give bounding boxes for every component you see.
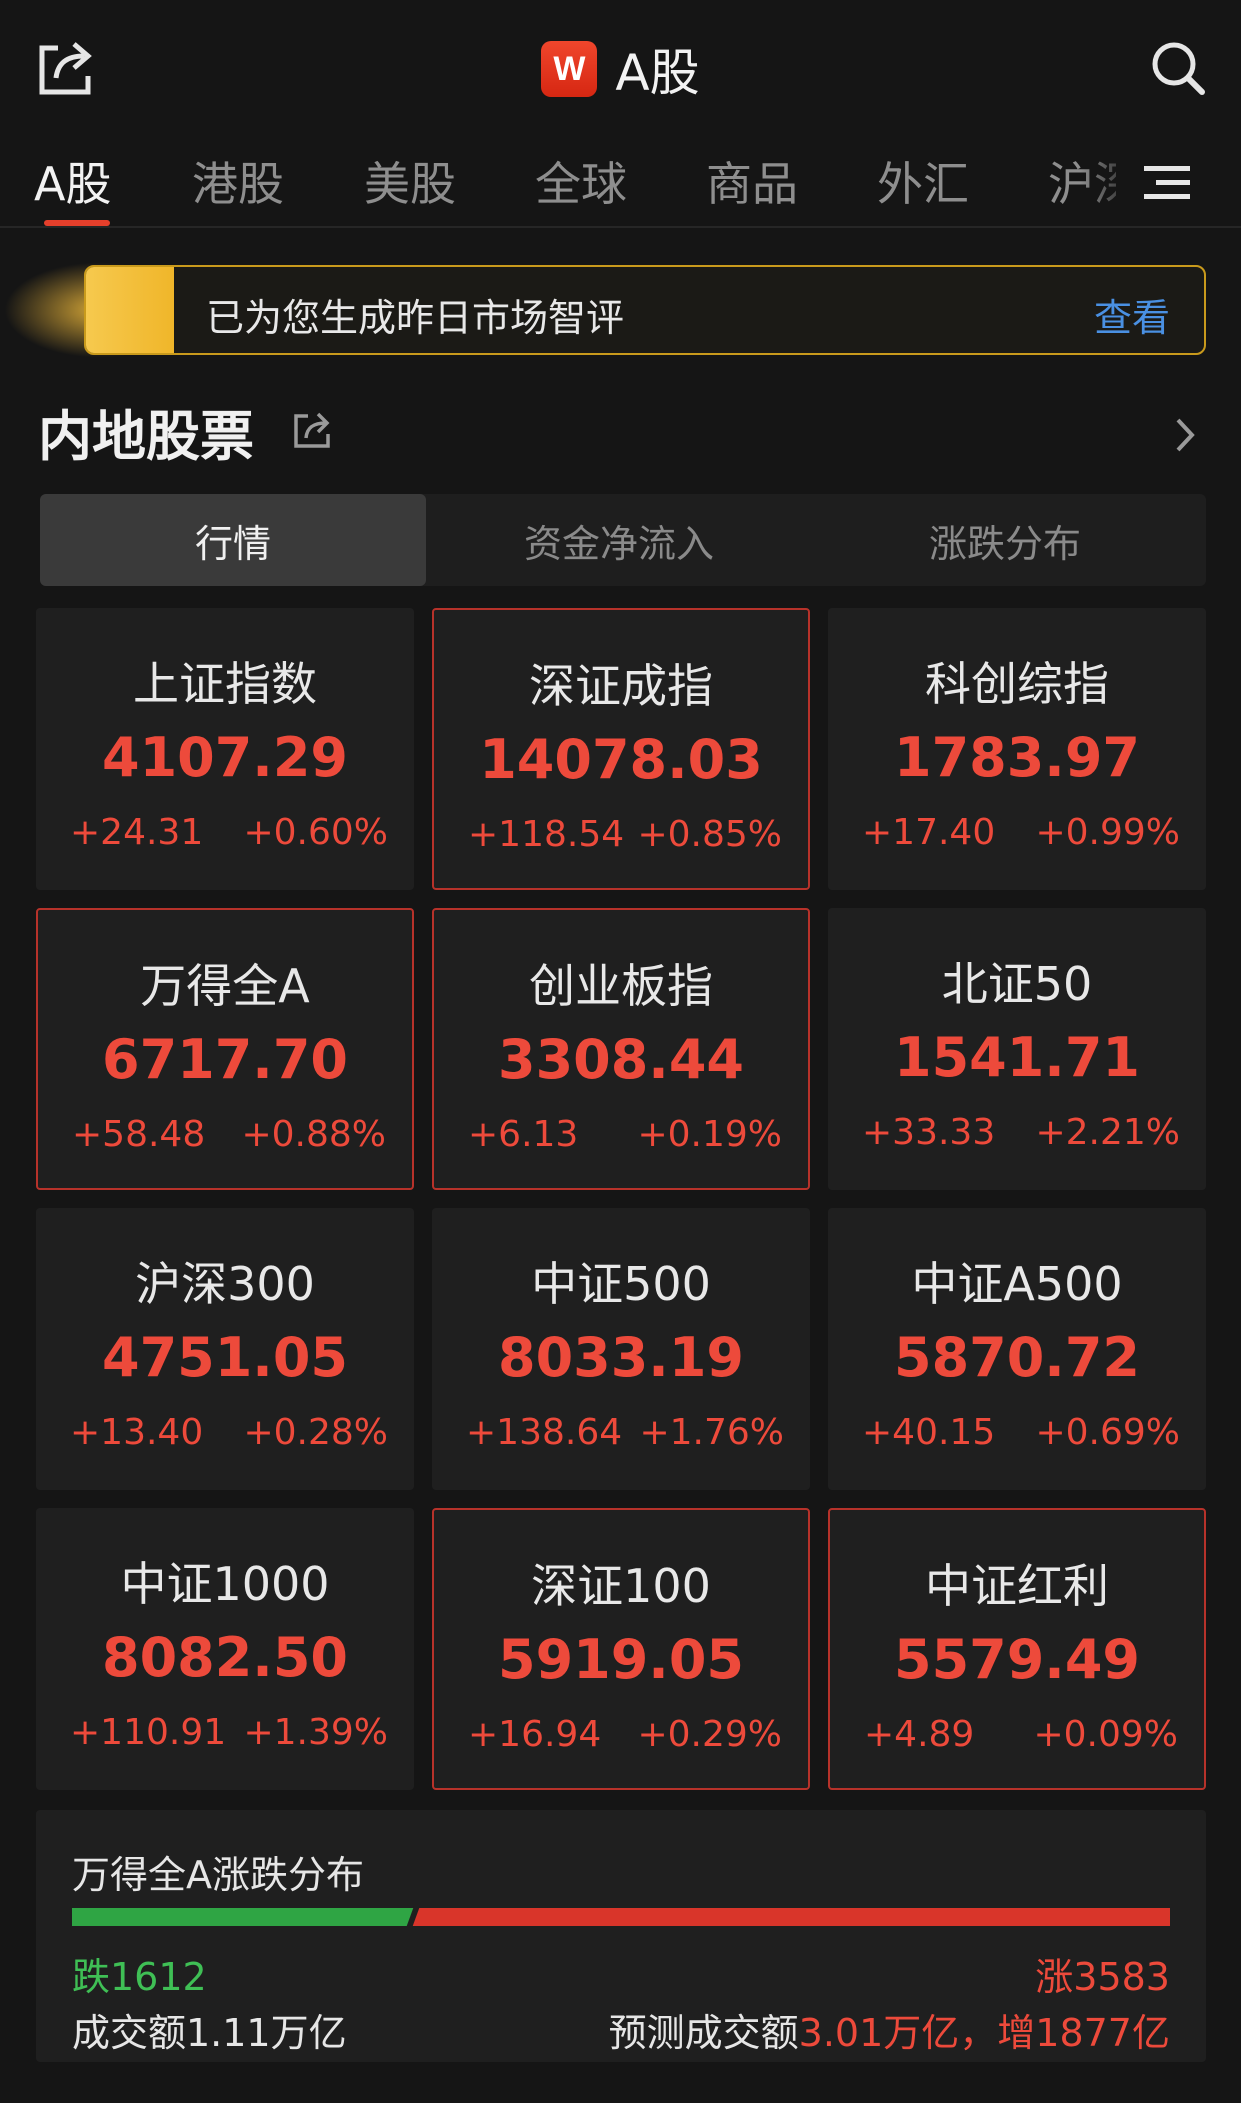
index-name: 中证500 [531,1257,711,1311]
index-card[interactable]: 万得全A 6717.70 +58.48 +0.88% [36,908,414,1190]
index-change-pct: +0.99% [1035,812,1180,853]
turnover: 成交额1.11万亿 [72,2011,347,2055]
index-value: 5870.72 [894,1326,1140,1389]
advance-decline-bar [72,1906,1170,1928]
index-value: 5579.49 [894,1628,1140,1691]
page-title: A股 [615,44,700,102]
index-card[interactable]: 创业板指 3308.44 +6.13 +0.19% [432,908,810,1190]
decline-bar-segment [72,1908,413,1926]
index-value: 3308.44 [498,1028,744,1091]
distribution-title: 万得全A涨跌分布 [72,1853,364,1897]
chevron-right-icon[interactable] [1170,412,1200,458]
index-name: 万得全A [140,959,310,1013]
index-value: 4751.05 [102,1326,348,1389]
subtab-distribution[interactable]: 涨跌分布 [812,494,1198,586]
sub-tabs: 行情 资金净流入 涨跌分布 [40,494,1206,586]
index-change: +58.48 [72,1114,206,1155]
index-card[interactable]: 北证50 1541.71 +33.33 +2.21% [828,908,1206,1190]
index-card[interactable]: 中证红利 5579.49 +4.89 +0.09% [828,1508,1206,1790]
index-card[interactable]: 科创综指 1783.97 +17.40 +0.99% [828,608,1206,890]
index-name: 沪深300 [135,1257,315,1311]
advance-decline-panel[interactable]: 万得全A涨跌分布 跌1612 涨3583 成交额1.11万亿 预测成交额3.01… [36,1810,1206,2062]
index-change-pct: +0.09% [1033,1714,1178,1755]
index-change-pct: +1.39% [243,1712,388,1753]
top-header: W A股 [0,0,1241,135]
index-value: 4107.29 [102,726,348,789]
app-title-group: W A股 [0,36,1241,102]
menu-icon[interactable] [1142,160,1192,204]
forecast-turnover: 预测成交额3.01万亿，增1877亿 [609,2002,1170,2057]
subtab-quotes[interactable]: 行情 [40,494,426,586]
index-card[interactable]: 中证500 8033.19 +138.64 +1.76% [432,1208,810,1490]
subtab-net-inflow[interactable]: 资金净流入 [426,494,812,586]
index-name: 北证50 [941,957,1093,1011]
index-card[interactable]: 深证成指 14078.03 +118.54 +0.85% [432,608,810,890]
index-value: 1541.71 [894,1026,1140,1089]
index-name: 上证指数 [133,657,317,711]
index-name: 深证100 [531,1559,711,1613]
tab-global[interactable]: 全球 [535,148,627,214]
advance-bar-segment [413,1908,1170,1926]
banner-accent [86,267,174,353]
index-change-pct: +0.69% [1035,1412,1180,1453]
banner-text: 已为您生成昨日市场智评 [206,296,625,340]
index-change: +4.89 [864,1714,975,1755]
active-tab-indicator [44,220,110,226]
index-card[interactable]: 中证A500 5870.72 +40.15 +0.69% [828,1208,1206,1490]
index-value: 6717.70 [102,1028,348,1091]
tab-us-shares[interactable]: 美股 [364,148,456,214]
tab-hk-shares[interactable]: 港股 [192,148,284,214]
index-value: 5919.05 [498,1628,744,1691]
ai-review-banner[interactable]: 已为您生成昨日市场智评 查看 [84,265,1206,355]
tab-a-shares[interactable]: A股 [34,148,111,214]
index-card[interactable]: 上证指数 4107.29 +24.31 +0.60% [36,608,414,890]
search-icon[interactable] [1148,38,1208,98]
index-change-pct: +0.29% [637,1714,782,1755]
decline-count: 跌1612 [72,1955,207,1999]
index-value: 1783.97 [894,726,1140,789]
index-change-pct: +0.28% [243,1412,388,1453]
index-change: +16.94 [468,1714,602,1755]
index-name: 中证红利 [925,1559,1109,1613]
index-name: 创业板指 [529,959,713,1013]
share-icon[interactable] [292,410,332,450]
index-change: +118.54 [468,814,625,855]
index-change-pct: +1.76% [639,1412,784,1453]
market-tabs: A股 港股 美股 全球 商品 外汇 沪深 [0,140,1241,228]
index-change: +33.33 [862,1112,996,1153]
forecast-label: 预测成交额 [608,2011,799,2055]
index-name: 深证成指 [529,659,713,713]
index-change: +17.40 [862,812,996,853]
advance-count: 涨3583 [1035,1955,1170,1999]
wind-logo: W [541,41,598,97]
index-value: 8033.19 [498,1326,744,1389]
banner-view-link[interactable]: 查看 [1094,287,1170,342]
index-change-pct: +0.88% [241,1114,386,1155]
index-value: 14078.03 [479,728,763,791]
index-change: +6.13 [468,1114,579,1155]
tab-fade [1080,140,1140,226]
index-value: 8082.50 [102,1626,348,1689]
forecast-value: 3.01万亿，增1877亿 [798,2011,1170,2055]
index-change: +110.91 [70,1712,227,1753]
index-change-pct: +2.21% [1035,1112,1180,1153]
index-card[interactable]: 沪深300 4751.05 +13.40 +0.28% [36,1208,414,1490]
index-change: +138.64 [466,1412,623,1453]
index-card[interactable]: 深证100 5919.05 +16.94 +0.29% [432,1508,810,1790]
tab-commodities[interactable]: 商品 [706,148,798,214]
index-change-pct: +0.85% [637,814,782,855]
section-title: 内地股票 [38,405,254,468]
index-name: 科创综指 [925,657,1109,711]
index-change: +13.40 [70,1412,204,1453]
tab-forex[interactable]: 外汇 [877,148,969,214]
index-change-pct: +0.60% [243,812,388,853]
index-change: +24.31 [70,812,204,853]
index-card[interactable]: 中证1000 8082.50 +110.91 +1.39% [36,1508,414,1790]
index-name: 中证1000 [120,1557,330,1611]
index-change: +40.15 [862,1412,996,1453]
index-change-pct: +0.19% [637,1114,782,1155]
index-name: 中证A500 [911,1257,1123,1311]
